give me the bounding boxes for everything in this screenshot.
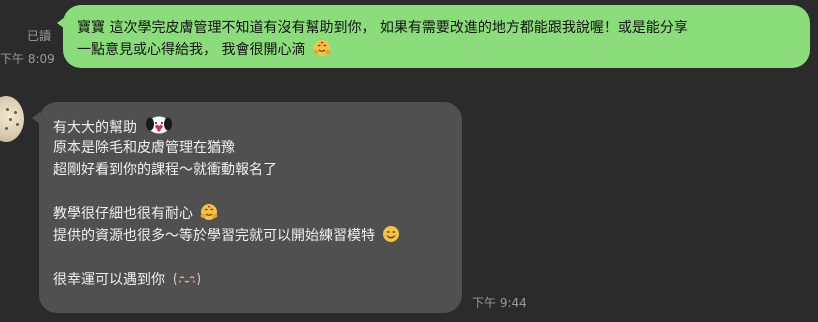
message-line: 一點意見或心得給我， 我會很開心滴: [77, 42, 306, 58]
message-line: 提供的資源也很多～等於學習完就可以開始練習模特: [53, 228, 375, 244]
message-line: 教學很仔細也很有耐心: [53, 206, 193, 222]
message-timestamp: 下午 9:44: [472, 296, 527, 310]
avatar[interactable]: [0, 96, 24, 142]
message-timestamp: 下午 8:09: [0, 52, 55, 66]
message-line: 超剛好看到你的課程～就衝動報名了: [53, 162, 277, 178]
shy-face-kaomoji-icon: [172, 271, 202, 294]
incoming-message-bubble[interactable]: 有大大的幫助 原本是除毛和皮膚管理在猶豫 超剛好看到你的課程～就衝動報名了 教學…: [32, 102, 462, 313]
message-line: 寶寶 這次學完皮膚管理不知道有沒有幫助到你， 如果有需要改進的地方都能跟我說喔！…: [77, 20, 688, 36]
hug-face-emoji-icon: [313, 39, 331, 65]
message-line: 原本是除毛和皮膚管理在猶豫: [53, 140, 235, 156]
read-receipt: 已讀: [27, 29, 52, 43]
smiling-face-emoji-icon: [382, 225, 400, 250]
outgoing-message-bubble[interactable]: 寶寶 這次學完皮膚管理不知道有沒有幫助到你， 如果有需要改進的地方都能跟我說喔！…: [57, 5, 810, 68]
message-line: 很幸運可以遇到你: [53, 272, 165, 288]
message-line: 有大大的幫助: [53, 120, 137, 136]
